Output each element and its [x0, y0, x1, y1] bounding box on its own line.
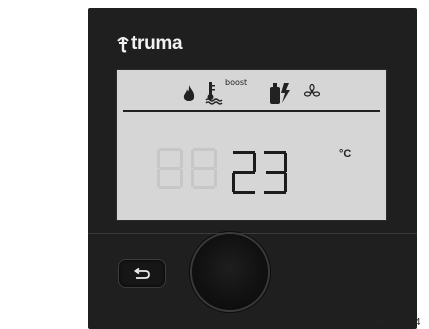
rotary-knob[interactable]: [192, 234, 268, 310]
setpoint-digits: [232, 151, 287, 194]
water-heater-icon: [205, 82, 223, 105]
brand-name: truma: [131, 33, 183, 54]
lcd-divider: [123, 110, 380, 112]
control-panel: truma boost °C: [88, 8, 417, 329]
temperature-unit: °C: [339, 148, 352, 160]
temperature-value: 23: [230, 150, 290, 196]
inactive-segments: [155, 146, 225, 202]
gas-electric-icon: [270, 83, 290, 104]
lcd-display: boost °C: [116, 69, 387, 221]
return-arrow-icon: [133, 267, 150, 279]
boost-label: boost: [225, 78, 248, 87]
return-button[interactable]: [118, 259, 166, 288]
truma-logo-icon: [117, 37, 129, 53]
fan-icon: [304, 84, 320, 97]
figure-reference-code: EHG01584: [371, 317, 421, 328]
brand-logo: truma: [116, 33, 183, 54]
flame-icon: [183, 85, 195, 101]
